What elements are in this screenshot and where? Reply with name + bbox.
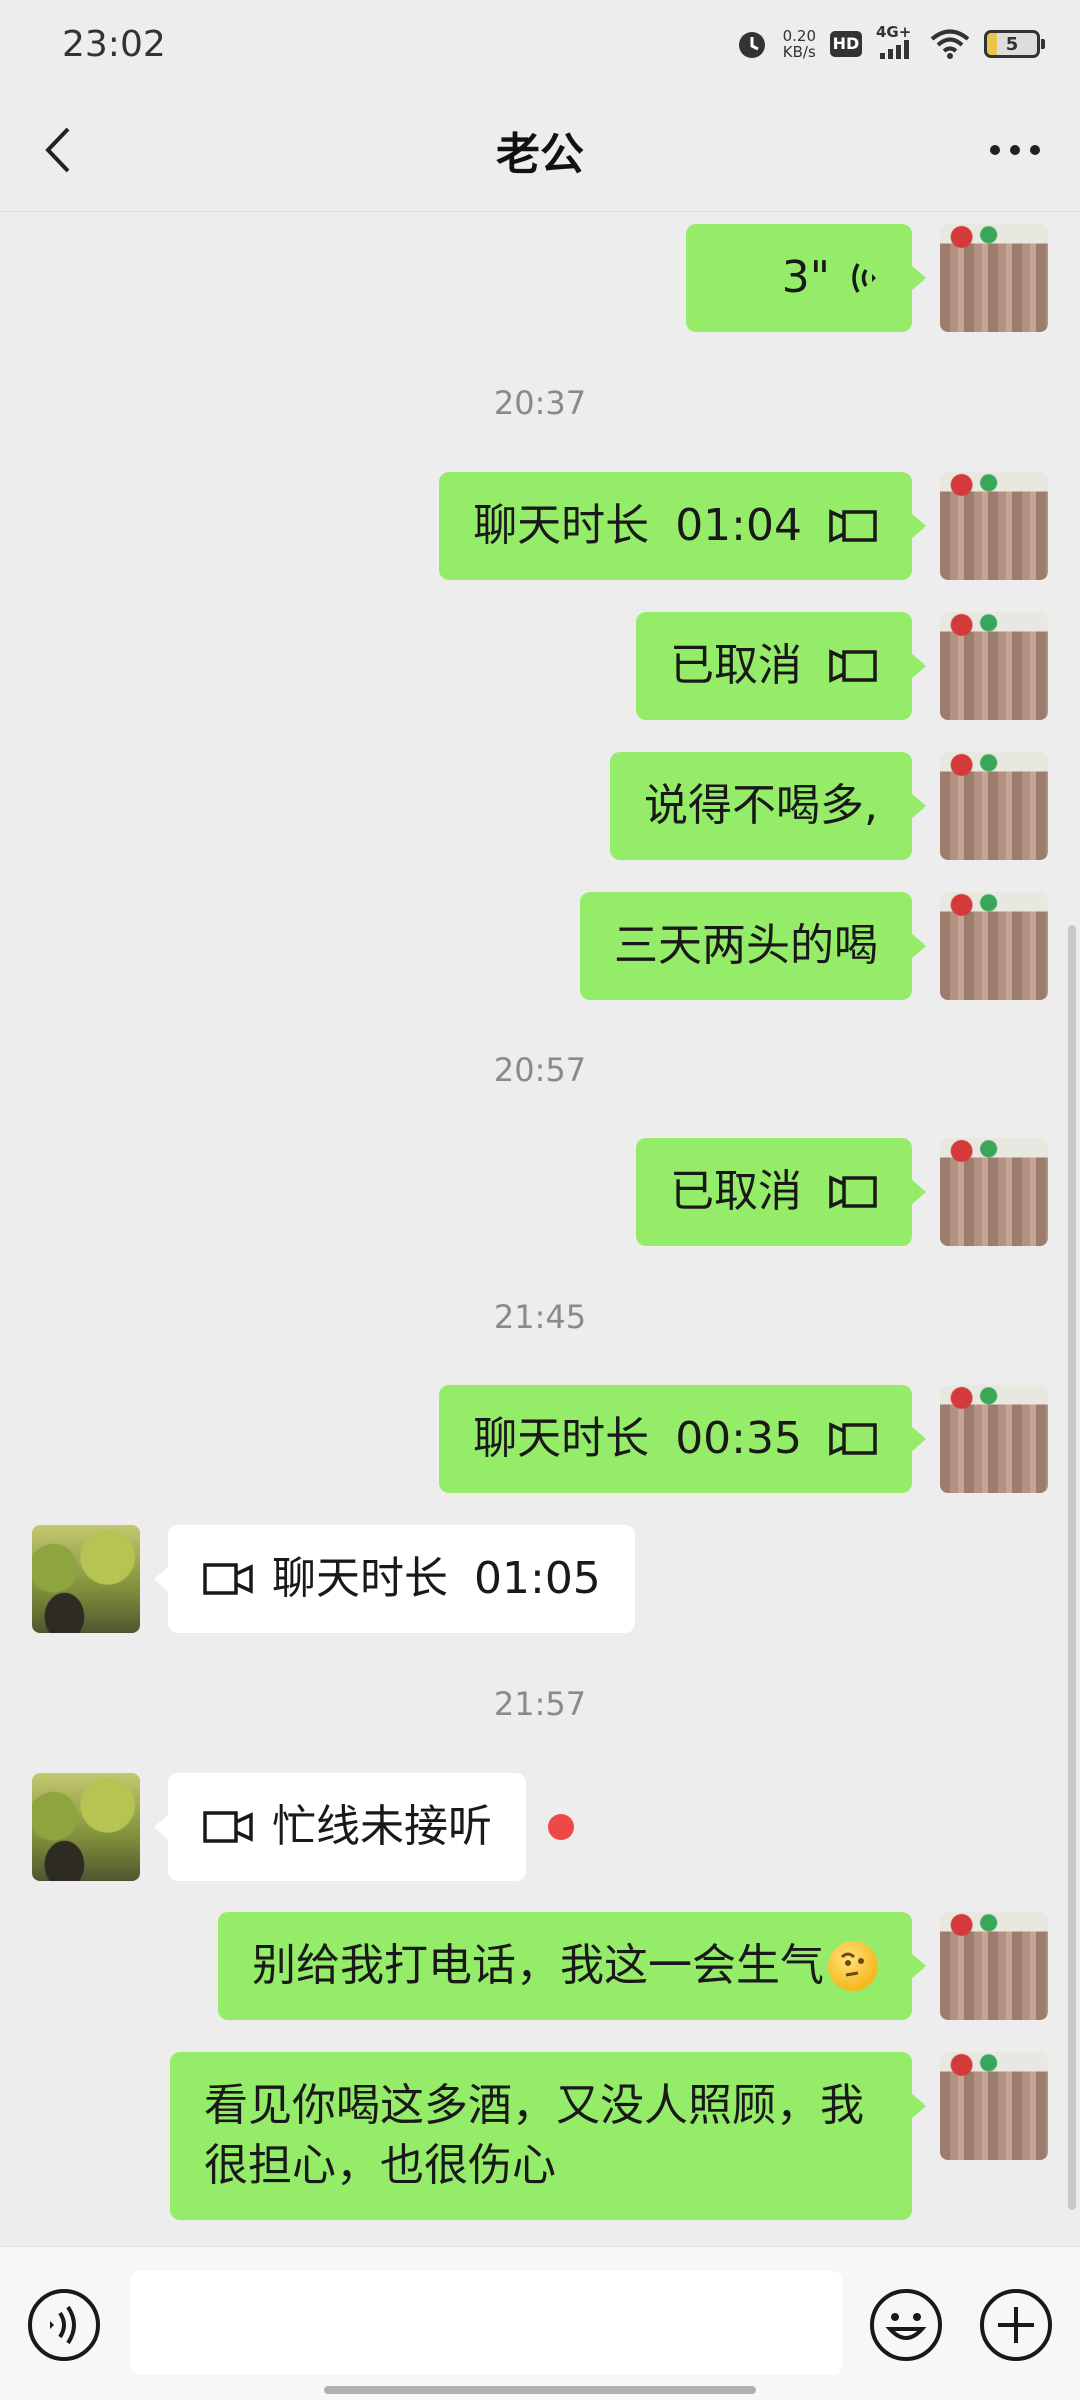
hd-icon: HD bbox=[830, 31, 862, 57]
call-record-bubble[interactable]: 已取消 bbox=[636, 612, 926, 720]
video-call-icon bbox=[829, 509, 877, 543]
call-record-bubble[interactable]: 忙线未接听 bbox=[154, 1773, 526, 1881]
video-call-icon bbox=[829, 649, 877, 683]
voice-input-icon bbox=[28, 2289, 100, 2361]
message-out-call: 聊天时长 01:04 bbox=[439, 472, 1048, 580]
message-out-voice: 3" bbox=[686, 224, 1048, 332]
plus-icon bbox=[980, 2289, 1052, 2361]
timestamp: 21:45 bbox=[493, 1298, 587, 1336]
message-out-call: 已取消 bbox=[636, 1138, 1048, 1246]
alarm-icon bbox=[738, 32, 765, 58]
scrollbar[interactable] bbox=[1068, 925, 1076, 2210]
message-text: 别给我打电话，我这一会生气 bbox=[252, 1940, 824, 1991]
message-out-call: 聊天时长 00:35 bbox=[439, 1385, 1048, 1493]
avatar-self[interactable] bbox=[940, 224, 1048, 332]
voice-input-button[interactable] bbox=[26, 2287, 102, 2363]
call-label: 聊天时长 bbox=[473, 500, 650, 551]
status-bar: 23:02 0.20 KB/s HD 4G+ 5 bbox=[0, 0, 1080, 88]
call-label: 已取消 bbox=[670, 1166, 802, 1217]
call-duration: 01:04 bbox=[675, 500, 802, 551]
message-out-text: 说得不喝多, bbox=[610, 752, 1048, 860]
message-out-text: 看见你喝这多酒，又没人照顾，我 很担心，也很伤心 bbox=[170, 2052, 1048, 2220]
message-out-text: 三天两头的喝 bbox=[580, 892, 1048, 1000]
call-label: 聊天时长 bbox=[272, 1553, 448, 1604]
text-bubble[interactable]: 别给我打电话，我这一会生气 bbox=[218, 1912, 926, 2020]
message-in-call: 聊天时长 01:05 bbox=[32, 1525, 635, 1633]
input-bar bbox=[0, 2246, 1080, 2400]
call-label: 聊天时长 bbox=[473, 1413, 650, 1464]
video-call-icon bbox=[829, 1175, 877, 1209]
home-indicator bbox=[324, 2386, 756, 2394]
more-button[interactable] bbox=[980, 122, 1050, 178]
message-out-call: 已取消 bbox=[636, 612, 1048, 720]
avatar-self[interactable] bbox=[940, 612, 1048, 720]
call-label: 忙线未接听 bbox=[272, 1801, 492, 1852]
timestamp: 20:37 bbox=[493, 384, 587, 422]
net-speed-value: 0.20 bbox=[782, 27, 816, 45]
call-record-bubble[interactable]: 聊天时长 01:04 bbox=[439, 472, 926, 580]
chevron-left-icon bbox=[45, 127, 70, 173]
video-call-icon bbox=[203, 1563, 253, 1595]
back-button[interactable] bbox=[30, 122, 86, 178]
avatar-self[interactable] bbox=[940, 892, 1048, 1000]
chat-header: 老公 bbox=[0, 88, 1080, 212]
status-time: 23:02 bbox=[62, 23, 166, 65]
avatar-self[interactable] bbox=[940, 2052, 1048, 2160]
message-out-text: 别给我打电话，我这一会生气 bbox=[218, 1912, 1048, 2020]
avatar-self[interactable] bbox=[940, 1138, 1048, 1246]
text-bubble[interactable]: 三天两头的喝 bbox=[580, 892, 926, 1000]
message-text: 看见你喝这多酒，又没人照顾，我 很担心，也很伤心 bbox=[204, 2080, 864, 2191]
message-text: 三天两头的喝 bbox=[614, 920, 878, 971]
emoji-button[interactable] bbox=[868, 2287, 944, 2363]
avatar-contact[interactable] bbox=[32, 1773, 140, 1881]
unread-dot bbox=[548, 1814, 574, 1840]
avatar-self[interactable] bbox=[940, 1385, 1048, 1493]
timestamp: 21:57 bbox=[493, 1685, 587, 1723]
wifi-icon bbox=[930, 29, 970, 59]
avatar-self[interactable] bbox=[940, 752, 1048, 860]
message-text: 说得不喝多, bbox=[644, 780, 878, 831]
signal-icon: 4G+ bbox=[876, 23, 916, 61]
video-call-icon bbox=[829, 1422, 877, 1456]
thinking-face-emoji bbox=[828, 1941, 878, 1991]
call-record-bubble[interactable]: 聊天时长 00:35 bbox=[439, 1385, 926, 1493]
voice-bubble[interactable]: 3" bbox=[686, 224, 926, 332]
call-duration: 01:05 bbox=[474, 1553, 601, 1604]
net-speed: 0.20 KB/s bbox=[783, 28, 816, 60]
call-record-bubble[interactable]: 聊天时长 01:05 bbox=[154, 1525, 635, 1633]
avatar-self[interactable] bbox=[940, 472, 1048, 580]
plus-button[interactable] bbox=[978, 2287, 1054, 2363]
message-in-call: 忙线未接听 bbox=[32, 1773, 574, 1881]
message-input[interactable] bbox=[130, 2271, 842, 2375]
call-duration: 00:35 bbox=[675, 1413, 802, 1464]
call-label: 已取消 bbox=[670, 640, 802, 691]
battery-icon: 5 bbox=[984, 30, 1045, 58]
avatar-self[interactable] bbox=[940, 1912, 1048, 2020]
video-call-icon bbox=[203, 1811, 253, 1843]
avatar-contact[interactable] bbox=[32, 1525, 140, 1633]
status-icons: 0.20 KB/s HD 4G+ 5 bbox=[735, 23, 1045, 61]
net-speed-unit: KB/s bbox=[782, 43, 816, 61]
voice-wave-icon bbox=[852, 263, 876, 293]
text-bubble[interactable]: 说得不喝多, bbox=[610, 752, 926, 860]
timestamp: 20:57 bbox=[493, 1051, 587, 1089]
text-bubble[interactable]: 看见你喝这多酒，又没人照顾，我 很担心，也很伤心 bbox=[170, 2052, 926, 2220]
voice-duration: 3" bbox=[781, 252, 830, 303]
call-record-bubble[interactable]: 已取消 bbox=[636, 1138, 926, 1246]
emoji-icon bbox=[870, 2289, 942, 2361]
chat-title: 老公 bbox=[496, 128, 584, 180]
more-dots-icon bbox=[990, 145, 1040, 155]
